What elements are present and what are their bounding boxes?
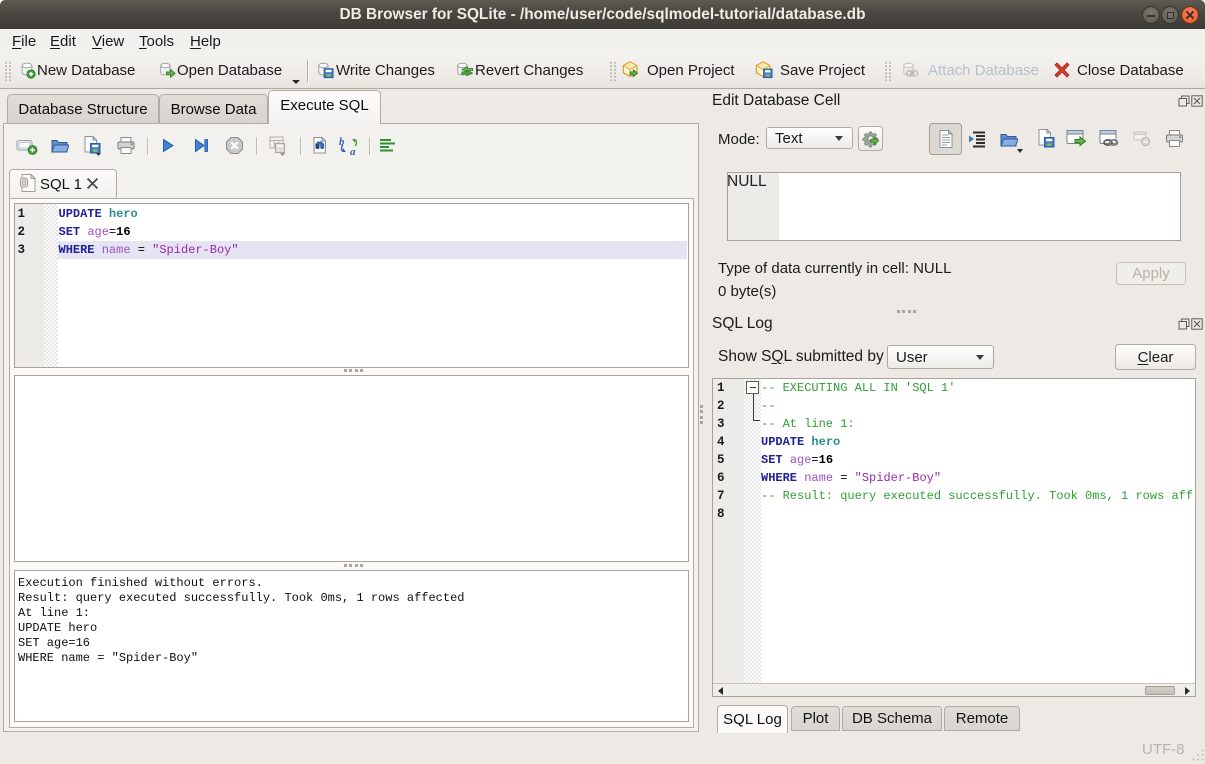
svg-text:a: a — [350, 146, 356, 156]
